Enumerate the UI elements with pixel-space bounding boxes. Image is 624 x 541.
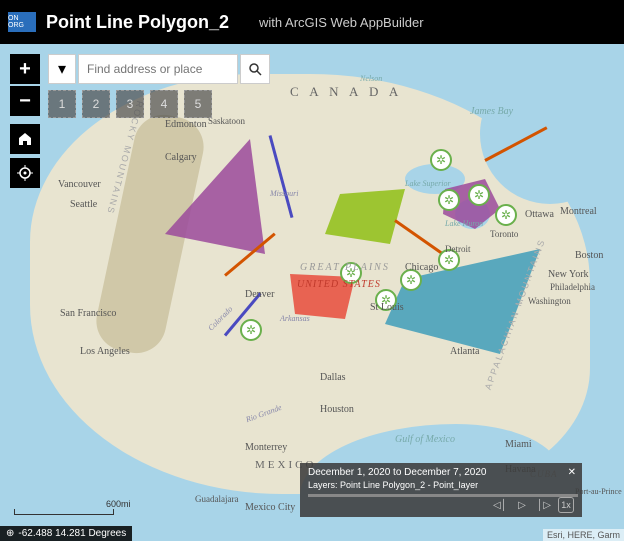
city-guadalajara: Guadalajara — [195, 494, 238, 504]
point-marker[interactable]: ✲ — [240, 319, 262, 341]
city-washington: Washington — [528, 296, 571, 306]
app-title: Point Line Polygon_2 — [46, 12, 229, 33]
city-boston: Boston — [575, 250, 603, 261]
city-seattle: Seattle — [70, 199, 97, 210]
scalebar: 600mi — [14, 509, 114, 515]
map-attribution: Esri, HERE, Garm — [543, 529, 624, 541]
city-la: Los Angeles — [80, 346, 130, 357]
city-montreal: Montreal — [560, 206, 597, 217]
locate-icon — [17, 165, 33, 181]
coordinate-value: -62.488 14.281 Degrees — [18, 528, 126, 539]
time-speed-button[interactable]: 1x — [558, 497, 574, 513]
app-header: ON ORG Point Line Polygon_2 with ArcGIS … — [0, 0, 624, 44]
city-mexico-city: Mexico City — [245, 502, 295, 513]
label-james-bay: James Bay — [470, 106, 513, 117]
app-subtitle: with ArcGIS Web AppBuilder — [259, 15, 424, 30]
city-atlanta: Atlanta — [450, 346, 479, 357]
city-edmonton: Edmonton — [165, 119, 207, 130]
city-denver: Denver — [245, 289, 274, 300]
coordinate-icon[interactable]: ⊕ — [6, 528, 14, 539]
zoom-controls: + − — [10, 54, 40, 188]
search-source-dropdown[interactable]: ▾ — [48, 54, 76, 84]
time-close-button[interactable]: ✕ — [568, 467, 576, 478]
city-houston: Houston — [320, 404, 354, 415]
city-vancouver: Vancouver — [58, 179, 101, 190]
label-nelson: Nelson — [360, 74, 382, 83]
search-icon — [248, 62, 262, 76]
label-lake-superior: Lake Superior — [405, 179, 451, 188]
city-saskatoon: Saskatoon — [208, 116, 245, 126]
bookmark-2[interactable]: 2 — [82, 90, 110, 118]
home-icon — [17, 131, 33, 147]
scalebar-line — [14, 509, 114, 515]
city-sf: San Francisco — [60, 308, 116, 319]
city-dallas: Dallas — [320, 372, 346, 383]
scalebar-label: 600mi — [106, 499, 131, 509]
city-ottawa: Ottawa — [525, 209, 554, 220]
zoom-in-button[interactable]: + — [10, 54, 40, 84]
locate-button[interactable] — [10, 158, 40, 188]
point-marker[interactable]: ✲ — [430, 149, 452, 171]
label-lake-huron: Lake Huron — [445, 219, 483, 228]
label-missouri: Missouri — [270, 189, 298, 198]
label-arkansas: Arkansas — [280, 314, 310, 323]
city-detroit: Detroit — [445, 244, 471, 254]
label-usa: UNITED STATES — [297, 280, 381, 290]
city-chicago: Chicago — [405, 262, 438, 273]
city-st-louis: St Louis — [370, 302, 404, 313]
search-input[interactable] — [78, 54, 238, 84]
point-marker[interactable]: ✲ — [468, 184, 490, 206]
coordinate-display: ⊕ -62.488 14.281 Degrees — [0, 526, 132, 541]
bookmarks-row: 1 2 3 4 5 — [48, 90, 212, 118]
bookmark-4[interactable]: 4 — [150, 90, 178, 118]
label-canada: C A N A D A — [290, 84, 402, 100]
chevron-down-icon: ▾ — [58, 59, 66, 79]
search-button[interactable] — [240, 54, 270, 84]
home-button[interactable] — [10, 124, 40, 154]
time-layers-label: Layers: Point Line Polygon_2 - Point_lay… — [308, 480, 574, 490]
city-phila: Philadelphia — [550, 282, 595, 292]
city-ny: New York — [548, 269, 589, 280]
search-bar: ▾ — [48, 54, 270, 84]
label-great-plains: GREAT PLAINS — [300, 262, 390, 273]
city-miami: Miami — [505, 439, 532, 450]
city-monterrey: Monterrey — [245, 442, 287, 453]
city-calgary: Calgary — [165, 152, 197, 163]
time-play-button[interactable]: ▷ — [514, 497, 530, 513]
time-range-label: December 1, 2020 to December 7, 2020 — [308, 467, 574, 478]
point-marker[interactable]: ✲ — [495, 204, 517, 226]
app-logo: ON ORG — [8, 12, 36, 32]
time-controls: ◁│ ▷ │▷ 1x — [492, 497, 574, 513]
city-toronto: Toronto — [490, 229, 518, 239]
bookmark-3[interactable]: 3 — [116, 90, 144, 118]
bookmark-5[interactable]: 5 — [184, 90, 212, 118]
map-view[interactable]: ✲ ✲ ✲ ✲ ✲ ✲ ✲ ✲ ✲ C A N A D A MEXICO UNI… — [0, 44, 624, 541]
bookmark-1[interactable]: 1 — [48, 90, 76, 118]
zoom-out-button[interactable]: − — [10, 86, 40, 116]
time-prev-button[interactable]: ◁│ — [492, 497, 508, 513]
time-next-button[interactable]: │▷ — [536, 497, 552, 513]
point-marker[interactable]: ✲ — [438, 189, 460, 211]
time-slider-widget: December 1, 2020 to December 7, 2020 Lay… — [300, 463, 582, 517]
label-gulf-mexico: Gulf of Mexico — [395, 434, 455, 445]
